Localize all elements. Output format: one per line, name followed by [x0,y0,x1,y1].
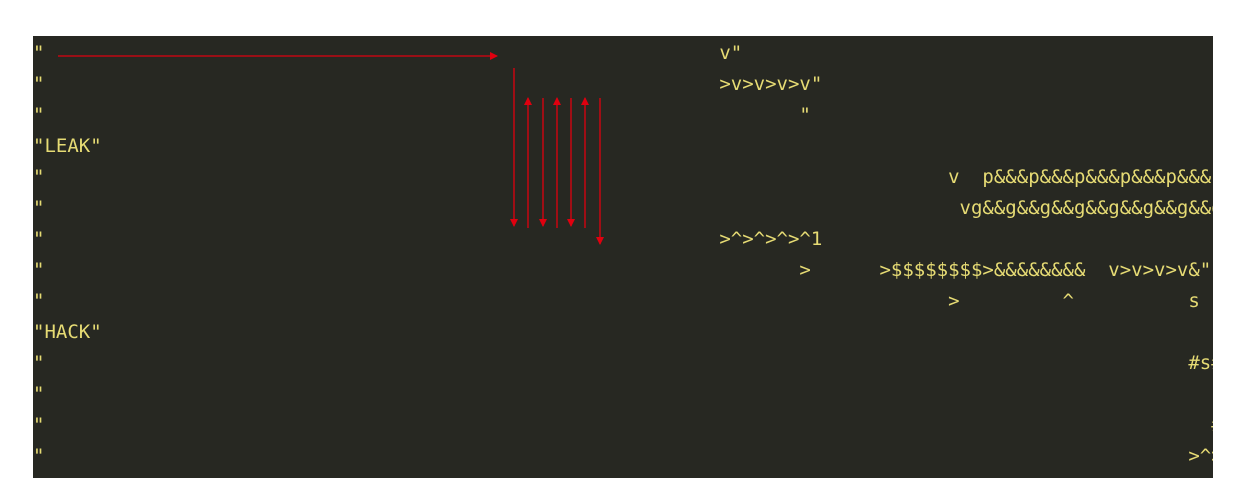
code-line-5: " v p&&&p&&&p&&&p&&&p&&&p&&&p&&&p&&&<" [33,166,1213,188]
code-line-2: " >v>v>v>v" [33,73,823,95]
code-line-14: " >^>^>^>^" [33,445,1213,467]
code-line-3: " " [33,104,811,126]
code-line-11: " #s#s#s#s" [33,352,1213,374]
code-line-10: "HACK" [33,321,102,343]
code-editor[interactable]: " v" " >v>v>v>v" " " "LEAK" " v p&&&p&&&… [33,36,1213,478]
code-line-1: " v" [33,42,743,64]
code-line-4: "LEAK" [33,135,102,157]
code-line-9: " > ^ s s s s " [33,290,1213,312]
code-line-6: " vg&&g&&g&&g&&g&&g&&g&&g&& _ ^" [33,197,1213,219]
code-line-7: " >^>^>^>^1 " [33,228,1213,250]
code-line-8: " > >$$$$$$$$>&&&&&&&& v>v>v>v&" [33,259,1212,281]
code-line-12: " " [33,383,1213,405]
code-line-13: " # # # #" [33,414,1213,436]
